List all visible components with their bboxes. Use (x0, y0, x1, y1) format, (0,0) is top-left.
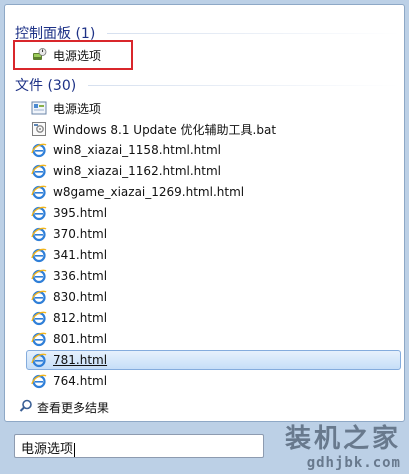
ie-html-icon (31, 226, 47, 242)
start-search-input[interactable]: 电源选项 (14, 434, 264, 458)
result-item-label: 电源选项 (53, 48, 102, 63)
file-item-7[interactable]: 341.html (27, 245, 407, 265)
power-options-icon (31, 47, 47, 63)
group-header-files[interactable]: 文件 (30) (15, 75, 400, 95)
file-item-label: w8game_xiazai_1269.html.html (53, 185, 245, 199)
ie-html-icon (31, 247, 47, 263)
file-item-label: win8_xiazai_1162.html.html (53, 164, 221, 178)
ie-html-icon (31, 352, 47, 368)
file-item-1[interactable]: Windows 8.1 Update 优化辅助工具.bat (27, 119, 407, 139)
file-item-9[interactable]: 830.html (27, 287, 407, 307)
ie-html-icon (31, 205, 47, 221)
ie-html-icon (31, 331, 47, 347)
ie-html-icon (31, 184, 47, 200)
see-more-results-link[interactable]: 查看更多结果 (19, 399, 109, 416)
file-item-label: win8_xiazai_1158.html.html (53, 143, 221, 157)
search-icon (19, 399, 33, 416)
group-header-control-panel[interactable]: 控制面板 (1) (15, 23, 400, 43)
file-item-0[interactable]: 电源选项 (27, 98, 407, 118)
file-item-label: 830.html (53, 290, 108, 304)
file-item-2[interactable]: win8_xiazai_1158.html.html (27, 140, 407, 160)
group-header-label: 控制面板 (1) (15, 26, 96, 42)
file-item-label: 781.html (53, 353, 108, 367)
file-item-label: 341.html (53, 248, 108, 262)
file-item-label: 395.html (53, 206, 108, 220)
group-header-label: 文件 (30) (15, 78, 77, 94)
file-item-label: 812.html (53, 311, 108, 325)
file-item-label: 764.html (53, 374, 108, 388)
ie-html-icon (31, 373, 47, 389)
start-menu-results-panel: 控制面板 (1) 电源选项 文件 (30) 电源选项 Windows 8.1 U… (4, 4, 405, 422)
file-item-label: 801.html (53, 332, 108, 346)
file-item-label: 电源选项 (53, 101, 102, 116)
file-item-4[interactable]: w8game_xiazai_1269.html.html (27, 182, 407, 202)
text-caret (74, 442, 76, 457)
power-options-file-icon (31, 100, 47, 116)
ie-html-icon (31, 289, 47, 305)
file-item-10[interactable]: 812.html (27, 308, 407, 328)
file-item-13[interactable]: 764.html (27, 371, 407, 391)
file-item-11[interactable]: 801.html (27, 329, 407, 349)
file-item-8[interactable]: 336.html (27, 266, 407, 286)
see-more-label: 查看更多结果 (37, 401, 110, 415)
result-item-power-options-control[interactable]: 电源选项 (27, 45, 407, 65)
file-item-12[interactable]: 781.html (26, 350, 401, 370)
header-divider (88, 84, 400, 86)
ie-html-icon (31, 142, 47, 158)
watermark: 装机之家 gdhjbk.com (285, 418, 401, 471)
watermark-url: gdhjbk.com (306, 455, 401, 471)
ie-html-icon (31, 310, 47, 326)
watermark-title: 装机之家 (284, 424, 401, 454)
file-item-3[interactable]: win8_xiazai_1162.html.html (27, 161, 407, 181)
file-item-label: 370.html (53, 227, 108, 241)
batch-file-icon (31, 121, 47, 137)
file-item-label: Windows 8.1 Update 优化辅助工具.bat (53, 122, 277, 137)
search-input-value: 电源选项 (21, 442, 74, 457)
file-item-6[interactable]: 370.html (27, 224, 407, 244)
file-item-label: 336.html (53, 269, 108, 283)
header-divider (107, 32, 400, 34)
file-item-5[interactable]: 395.html (27, 203, 407, 223)
ie-html-icon (31, 163, 47, 179)
ie-html-icon (31, 268, 47, 284)
